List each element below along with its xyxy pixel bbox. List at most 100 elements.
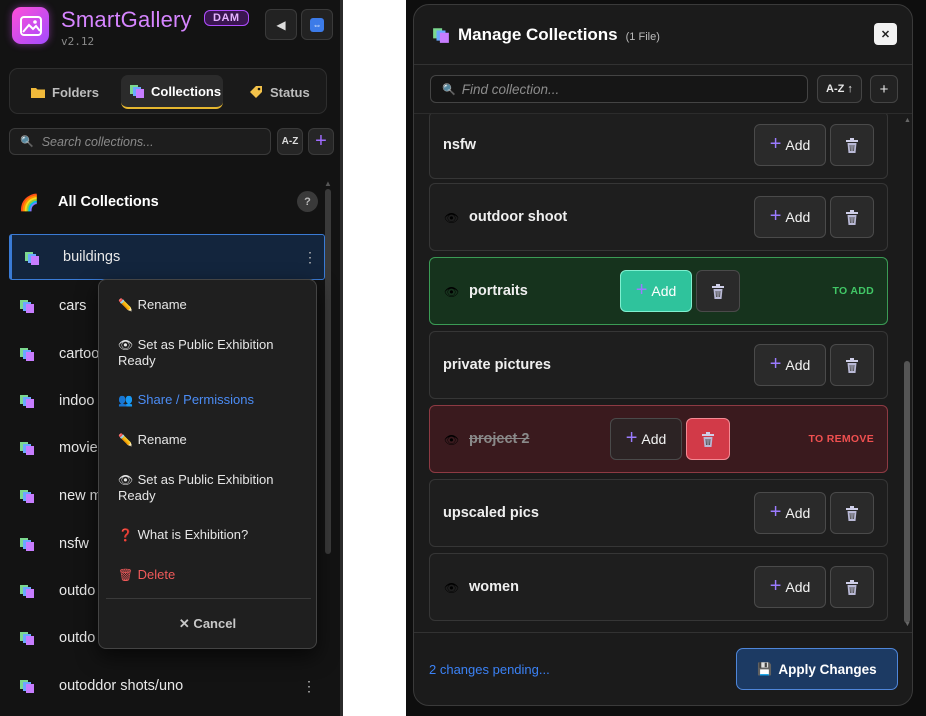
remove-from-collection-button[interactable] [686, 418, 730, 460]
sort-button[interactable]: A-Z ↑ [817, 75, 862, 103]
collection-name: nsfw [443, 137, 477, 153]
collection-icon [20, 585, 34, 598]
add-label: Add [785, 505, 811, 521]
collection-name: project 2 [469, 431, 530, 447]
collection-row: 👁 women + Add [429, 553, 888, 621]
app-version: v2.12 [61, 35, 95, 48]
add-label: Add [785, 137, 811, 153]
remove-from-collection-button[interactable] [830, 566, 874, 608]
more-options-icon[interactable]: ⋮ [302, 678, 316, 695]
menu-item-label: What is Exhibition? [137, 527, 249, 542]
menu-item-set-exhibition[interactable]: 👁 Set as Public Exhibition Ready [118, 472, 308, 504]
scroll-down-icon: ▼ [904, 621, 911, 628]
plus-icon: + [769, 204, 782, 227]
trash-icon [846, 579, 858, 595]
collection-item[interactable]: outoddor shots/uno ⋮ [0, 663, 325, 709]
add-label: Add [785, 579, 811, 595]
collection-name: outdo [59, 583, 96, 599]
menu-item-what-is-exhibition[interactable]: ❓ What is Exhibition? [118, 527, 308, 543]
tab-status[interactable]: Status [248, 75, 310, 109]
add-to-collection-button[interactable]: + Add [754, 344, 826, 386]
pencil-icon: ✏️ [118, 433, 133, 447]
file-count: (1 File) [625, 30, 660, 43]
add-to-collection-button[interactable]: + Add [620, 270, 692, 312]
eye-icon: 👁 [444, 433, 460, 447]
triangle-left-icon: ◀ [276, 17, 286, 32]
add-label: Add [785, 357, 811, 373]
collection-name: outdoor shoot [469, 209, 568, 225]
collapse-sidebar-button[interactable]: ◀ [265, 9, 297, 40]
remove-from-collection-button[interactable] [830, 196, 874, 238]
remove-from-collection-button[interactable] [830, 492, 874, 534]
footer-divider [414, 632, 912, 633]
collection-item[interactable]: buildings ⋮ [9, 234, 325, 280]
menu-item-label: Share / Permissions [137, 392, 254, 407]
menu-item-label: Delete [137, 567, 176, 582]
add-to-collection-button[interactable]: + Add [610, 418, 682, 460]
plus-icon: + [769, 132, 782, 155]
floppy-disk-icon: 💾 [757, 662, 773, 676]
collection-name: private pictures [443, 357, 551, 373]
trash-icon [846, 505, 858, 521]
collection-name: upscaled pics [443, 505, 539, 521]
collection-name: women [469, 579, 519, 595]
plus-icon: + [769, 352, 782, 375]
new-collection-button[interactable]: + [870, 75, 898, 103]
trash-icon: 🗑 [118, 568, 134, 582]
help-icon[interactable]: ? [297, 191, 318, 212]
collection-icon [20, 680, 34, 693]
remove-from-collection-button[interactable] [830, 344, 874, 386]
collection-search-input[interactable] [41, 134, 262, 149]
add-to-collection-button[interactable]: + Add [754, 196, 826, 238]
plus-icon: + [769, 574, 782, 597]
dialog-scrollbar[interactable]: ▲ ▼ [904, 117, 912, 629]
more-options-icon[interactable]: ⋮ [303, 249, 317, 266]
add-to-collection-button[interactable]: + Add [754, 492, 826, 534]
sidebar-scrollbar[interactable]: ▲ [324, 179, 332, 554]
menu-divider [106, 598, 311, 599]
menu-item-rename[interactable]: ✏️ Rename [118, 297, 308, 313]
collection-name: outdo [59, 630, 96, 646]
remove-from-collection-button[interactable] [830, 124, 874, 166]
trash-icon [846, 209, 858, 225]
tab-collections-label: Collections [151, 83, 222, 99]
remove-from-collection-button[interactable] [696, 270, 740, 312]
menu-item-share[interactable]: 👥 Share / Permissions [118, 392, 308, 408]
add-label: Add [651, 283, 677, 299]
apply-changes-button[interactable]: 💾 Apply Changes [736, 648, 898, 690]
app-name: SmartGallery [61, 7, 192, 32]
menu-item-set-exhibition[interactable]: 👁 Set as Public Exhibition Ready [118, 337, 308, 369]
collection-name: outoddor shots/uno [59, 678, 184, 694]
pending-state-badge: TO ADD [832, 285, 874, 297]
sidebar-scroll-thumb[interactable] [325, 189, 331, 554]
add-to-collection-button[interactable]: + Add [754, 566, 826, 608]
tag-icon [250, 86, 262, 98]
menu-cancel-button[interactable]: ✕ Cancel [99, 616, 316, 632]
find-collection-search[interactable]: 🔍 [430, 75, 808, 103]
dialog-scroll-thumb[interactable] [904, 361, 910, 623]
pending-state-badge: TO REMOVE [808, 433, 874, 445]
add-label: Add [641, 431, 667, 447]
find-collection-input[interactable] [461, 81, 792, 97]
dam-badge: DAM [204, 10, 249, 26]
tab-collections[interactable]: Collections [121, 75, 223, 109]
collection-icon [20, 395, 34, 408]
eye-icon: 👁 [444, 211, 460, 225]
question-icon: ❓ [118, 528, 133, 542]
eye-icon: 👁 [444, 581, 460, 595]
dialog-header: Manage Collections (1 File) [432, 25, 660, 45]
collection-search[interactable]: 🔍 [9, 128, 271, 155]
all-collections-item[interactable]: 🌈 All Collections ? [0, 186, 328, 218]
add-to-collection-button[interactable]: + Add [754, 124, 826, 166]
menu-item-delete[interactable]: 🗑 Delete [118, 567, 308, 583]
screenshot: SmartGallery v2.12 DAM ◀ ⇔ Folders Colle… [0, 0, 926, 716]
close-button[interactable]: ✕ [874, 23, 897, 45]
menu-item-label: Rename [137, 432, 187, 447]
menu-item-rename[interactable]: ✏️ Rename [118, 432, 308, 448]
tab-folders[interactable]: Folders [30, 75, 99, 109]
sort-az-button[interactable]: A-Z [277, 128, 303, 155]
swap-panel-button[interactable]: ⇔ [301, 9, 333, 40]
add-collection-button[interactable]: + [308, 128, 334, 155]
plus-icon: + [769, 500, 782, 523]
collection-row: 👁 project 2 + Add TO REMOVE [429, 405, 888, 473]
